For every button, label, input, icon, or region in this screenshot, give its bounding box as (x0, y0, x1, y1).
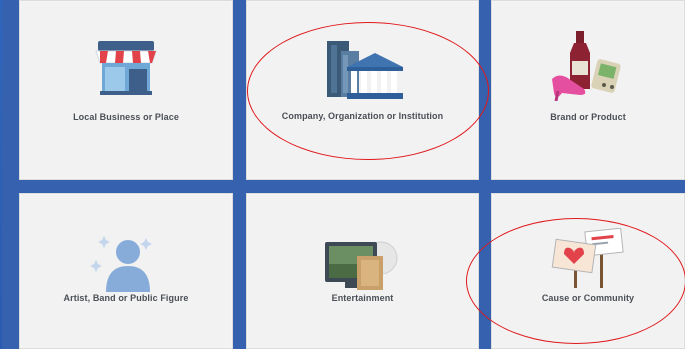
tile-label: Company, Organization or Institution (281, 111, 444, 121)
protest-signs-icon (550, 227, 626, 295)
tile-label: Entertainment (331, 293, 394, 303)
category-tile-brand[interactable]: Brand or Product (491, 0, 685, 180)
tile-label: Artist, Band or Public Figure (63, 293, 189, 303)
tile-label: Brand or Product (550, 112, 626, 122)
category-tile-entertainment[interactable]: Entertainment (246, 193, 479, 349)
products-icon (550, 31, 626, 106)
page-category-picker: Local Business or Place Company, Organiz… (0, 0, 685, 349)
tile-label: Cause or Community (541, 293, 635, 303)
category-tile-local-business[interactable]: Local Business or Place (19, 0, 233, 180)
category-tile-company[interactable]: Company, Organization or Institution (246, 0, 479, 180)
tile-label: Local Business or Place (73, 112, 179, 122)
buildings-icon (321, 37, 405, 106)
storefront-icon (92, 39, 160, 102)
tv-media-icon (323, 234, 403, 301)
category-tile-cause[interactable]: Cause or Community (491, 193, 685, 349)
person-silhouette-icon (90, 234, 162, 297)
category-tile-artist[interactable]: Artist, Band or Public Figure (19, 193, 233, 349)
